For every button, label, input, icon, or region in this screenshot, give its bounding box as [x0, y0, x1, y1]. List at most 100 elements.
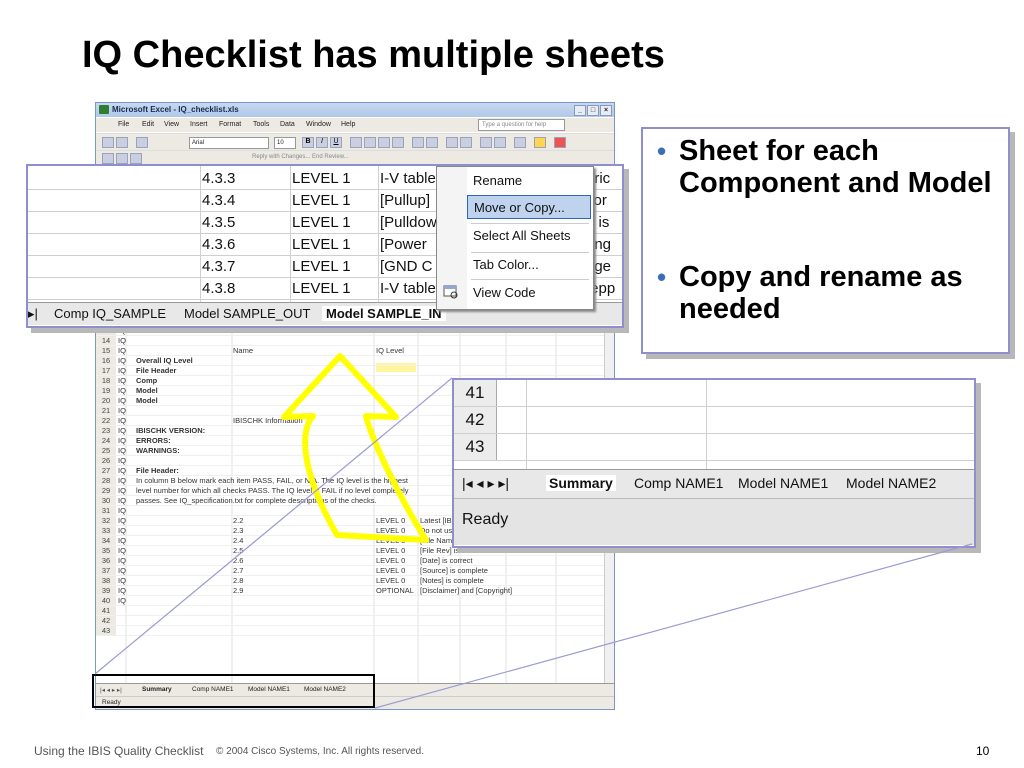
- underline-icon[interactable]: U: [330, 137, 342, 148]
- cell[interactable]: IQ: [118, 506, 126, 515]
- row-header[interactable]: 43: [96, 626, 116, 635]
- menu-edit[interactable]: Edit: [142, 121, 154, 128]
- cell[interactable]: I-V table: [380, 278, 436, 299]
- cell[interactable]: LEVEL 0: [376, 566, 405, 575]
- tab-comp-iq-sample[interactable]: Comp IQ_SAMPLE: [54, 306, 166, 321]
- italic-icon[interactable]: I: [316, 137, 328, 148]
- cell[interactable]: IQ: [118, 366, 126, 375]
- tab-comp-name1[interactable]: Comp NAME1: [634, 475, 723, 491]
- maximize-button[interactable]: □: [587, 105, 599, 116]
- row-header[interactable]: 25: [96, 446, 116, 455]
- row-header[interactable]: 33: [96, 526, 116, 535]
- cell[interactable]: IQ: [118, 346, 126, 355]
- cell[interactable]: IQ: [118, 536, 126, 545]
- cell[interactable]: 2.8: [233, 576, 243, 585]
- tab-model-sample-out[interactable]: Model SAMPLE_OUT: [184, 306, 310, 321]
- align-right-icon[interactable]: [378, 137, 390, 148]
- row-header[interactable]: 38: [96, 576, 116, 585]
- cell[interactable]: [Date] is correct: [420, 556, 473, 565]
- cell[interactable]: IQ: [118, 526, 126, 535]
- cell[interactable]: LEVEL 1: [292, 234, 351, 255]
- menu-view[interactable]: View: [164, 121, 179, 128]
- cell[interactable]: In column B below mark each item PASS, F…: [136, 476, 408, 485]
- cell[interactable]: 4.3.5: [202, 212, 235, 233]
- cell[interactable]: IQ: [118, 426, 126, 435]
- reviewing-text[interactable]: Reply with Changes... End Review...: [252, 154, 349, 160]
- menu-insert[interactable]: Insert: [190, 121, 208, 128]
- cell[interactable]: IQ: [118, 446, 126, 455]
- row-header[interactable]: 32: [96, 516, 116, 525]
- menu-help[interactable]: Help: [341, 121, 355, 128]
- cell[interactable]: IQ: [118, 336, 126, 345]
- currency-icon[interactable]: [412, 137, 424, 148]
- row-header[interactable]: 40: [96, 596, 116, 605]
- cell[interactable]: ERRORS:: [136, 436, 171, 445]
- cell[interactable]: LEVEL 1: [292, 212, 351, 233]
- cell[interactable]: File Header:: [136, 466, 179, 475]
- cell[interactable]: [Power: [380, 234, 427, 255]
- menu-window[interactable]: Window: [306, 121, 331, 128]
- cell[interactable]: 2.2: [233, 516, 243, 525]
- tab-scroll-arrows-icon[interactable]: |◂ ◂ ▸ ▸|: [462, 475, 509, 492]
- font-color-icon[interactable]: [554, 137, 566, 148]
- menu-data[interactable]: Data: [280, 121, 295, 128]
- cell[interactable]: IQ: [118, 546, 126, 555]
- row-header[interactable]: 22: [96, 416, 116, 425]
- row-header[interactable]: 34: [96, 536, 116, 545]
- cell[interactable]: [Pullup]: [380, 190, 430, 211]
- menu-item-view-code[interactable]: View Code: [467, 281, 591, 305]
- row-header[interactable]: 30: [96, 496, 116, 505]
- row-header[interactable]: 20: [96, 396, 116, 405]
- row-header[interactable]: 35: [96, 546, 116, 555]
- cell[interactable]: IQ: [118, 436, 126, 445]
- cell[interactable]: 2.5: [233, 546, 243, 555]
- cell[interactable]: LEVEL 0: [376, 516, 405, 525]
- align-left-icon[interactable]: [350, 137, 362, 148]
- open-icon[interactable]: [102, 137, 114, 148]
- cell[interactable]: IQ: [118, 356, 126, 365]
- row-header[interactable]: 14: [96, 336, 116, 345]
- cell[interactable]: IBISCHK Information: [233, 416, 303, 425]
- row-header[interactable]: 15: [96, 346, 116, 355]
- cell[interactable]: Model: [136, 386, 158, 395]
- menu-item-rename[interactable]: Rename: [467, 169, 591, 193]
- row-header[interactable]: 42: [96, 616, 116, 625]
- cell[interactable]: LEVEL 1: [292, 168, 351, 189]
- cell[interactable]: IQ: [118, 596, 126, 605]
- cell[interactable]: LEVEL 0: [376, 576, 405, 585]
- cell[interactable]: LEVEL 0: [376, 546, 405, 555]
- close-button[interactable]: ×: [600, 105, 612, 116]
- menu-item-select-all-sheets[interactable]: Select All Sheets: [467, 224, 591, 248]
- tab-summary[interactable]: Summary: [546, 475, 616, 491]
- menu-item-move-or-copy[interactable]: Move or Copy...: [467, 195, 591, 219]
- row-header[interactable]: 26: [96, 456, 116, 465]
- review-icon[interactable]: [102, 153, 114, 164]
- tab-model-sample-in[interactable]: Model SAMPLE_IN: [322, 306, 446, 321]
- row-header[interactable]: 39: [96, 586, 116, 595]
- cell[interactable]: [GND C: [380, 256, 433, 277]
- fill-color-icon[interactable]: [534, 137, 546, 148]
- cell[interactable]: 4.3.6: [202, 234, 235, 255]
- menu-item-tab-color[interactable]: Tab Color...: [467, 253, 591, 277]
- increase-indent-icon[interactable]: [494, 137, 506, 148]
- save-icon[interactable]: [116, 137, 128, 148]
- cell[interactable]: IQ: [118, 486, 126, 495]
- font-name-select[interactable]: Arial: [189, 137, 269, 149]
- cell[interactable]: IQ: [118, 406, 126, 415]
- menu-tools[interactable]: Tools: [253, 121, 269, 128]
- row-header[interactable]: 27: [96, 466, 116, 475]
- cell[interactable]: LEVEL 1: [292, 190, 351, 211]
- cell[interactable]: IQ: [118, 466, 126, 475]
- cell[interactable]: IQ: [118, 456, 126, 465]
- row-header[interactable]: 31: [96, 506, 116, 515]
- cell[interactable]: 2.7: [233, 566, 243, 575]
- autosum-icon[interactable]: [136, 137, 148, 148]
- cell[interactable]: IQ: [118, 396, 126, 405]
- cell[interactable]: 4.3.3: [202, 168, 235, 189]
- row-header[interactable]: 29: [96, 486, 116, 495]
- cell[interactable]: IQ: [118, 566, 126, 575]
- cell[interactable]: IQ: [118, 516, 126, 525]
- cell[interactable]: [Notes] is complete: [420, 576, 484, 585]
- row-header[interactable]: 19: [96, 386, 116, 395]
- borders-icon[interactable]: [514, 137, 526, 148]
